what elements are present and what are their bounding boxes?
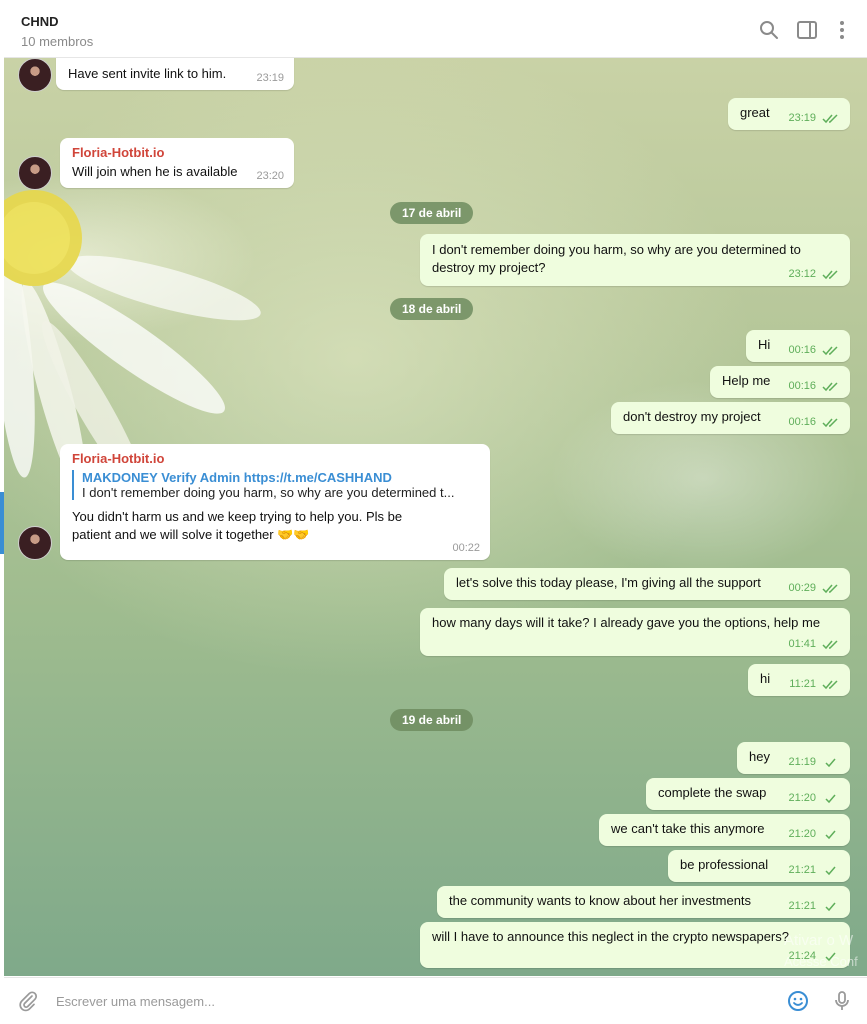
message-outgoing[interactable]: complete the swap 21:20: [646, 778, 850, 810]
message-list[interactable]: Have sent invite link to him. 23:19 grea…: [4, 58, 867, 976]
reply-title[interactable]: MAKDONEY Verify Admin https://t.me/CASHH…: [82, 470, 478, 485]
message-text: hi: [760, 671, 771, 686]
message-time: 21:20: [788, 828, 816, 840]
message-outgoing[interactable]: hi 11:21: [748, 664, 850, 696]
chat-member-count: 10 membros: [21, 34, 94, 49]
message-outgoing[interactable]: don't destroy my project 00:16: [611, 402, 850, 434]
message-time: 00:16: [788, 416, 816, 428]
message-time: 21:19: [788, 756, 816, 768]
message-outgoing[interactable]: great 23:19: [728, 98, 850, 130]
message-text: You didn't harm us and we keep trying to…: [72, 509, 403, 542]
message-composer: [4, 977, 867, 1024]
single-check-icon: [825, 758, 836, 768]
sender-name[interactable]: Floria-Hotbit.io: [72, 451, 478, 466]
double-check-icon: [822, 640, 838, 650]
message-time: 11:21: [789, 678, 816, 690]
message-time: 21:21: [788, 900, 816, 912]
date-separator: 18 de abril: [390, 298, 474, 320]
message-time: 21:20: [788, 792, 816, 804]
message-text: Have sent invite link to him.: [68, 66, 227, 81]
message-text: great: [740, 105, 770, 120]
emoji-icon[interactable]: [786, 989, 810, 1013]
message-text: the community wants to know about her in…: [449, 893, 752, 908]
message-outgoing[interactable]: hey 21:19: [737, 742, 850, 774]
activation-watermark-line1: Ativar o W: [784, 932, 854, 949]
message-time: 23:19: [788, 112, 816, 124]
microphone-icon[interactable]: [830, 989, 854, 1013]
avatar[interactable]: [18, 58, 52, 92]
message-outgoing[interactable]: let's solve this today please, I'm givin…: [444, 568, 850, 600]
message-text: how many days will it take? I already ga…: [432, 615, 821, 630]
message-text: will I have to announce this neglect in …: [432, 929, 789, 944]
message-time: 00:16: [788, 380, 816, 392]
message-time: 23:12: [788, 268, 816, 280]
message-incoming[interactable]: Have sent invite link to him. 23:19: [56, 58, 294, 90]
reply-text: I don't remember doing you harm, so why …: [82, 485, 455, 500]
double-check-icon: [822, 584, 838, 594]
message-text: hey: [749, 749, 770, 764]
message-text: Hi: [758, 337, 771, 352]
search-icon[interactable]: [757, 18, 781, 42]
message-incoming[interactable]: Floria-Hotbit.io MAKDONEY Verify Admin h…: [60, 444, 490, 560]
message-time: 00:22: [452, 542, 480, 554]
message-outgoing[interactable]: the community wants to know about her in…: [437, 886, 850, 918]
message-outgoing[interactable]: how many days will it take? I already ga…: [420, 608, 850, 656]
single-check-icon: [825, 902, 836, 912]
sidebar-icon[interactable]: [795, 18, 819, 42]
message-text: Help me: [722, 373, 771, 388]
double-check-icon: [822, 114, 838, 124]
avatar[interactable]: [18, 526, 52, 560]
message-text: we can't take this anymore: [611, 821, 765, 836]
message-text: I don't remember doing you harm, so why …: [432, 242, 801, 275]
message-outgoing[interactable]: we can't take this anymore 21:20: [599, 814, 850, 846]
message-text: complete the swap: [658, 785, 767, 800]
message-incoming[interactable]: Floria-Hotbit.io Will join when he is av…: [60, 138, 294, 188]
more-icon[interactable]: [830, 18, 854, 42]
message-input[interactable]: [54, 990, 758, 1012]
chat-title[interactable]: CHND: [21, 14, 59, 29]
avatar[interactable]: [18, 156, 52, 190]
sender-name[interactable]: Floria-Hotbit.io: [72, 145, 282, 160]
message-outgoing[interactable]: be professional 21:21: [668, 850, 850, 882]
single-check-icon: [825, 866, 836, 876]
message-text: let's solve this today please, I'm givin…: [456, 575, 761, 590]
reply-preview[interactable]: MAKDONEY Verify Admin https://t.me/CASHH…: [72, 470, 478, 500]
message-time: 23:19: [256, 72, 284, 84]
message-outgoing[interactable]: I don't remember doing you harm, so why …: [420, 234, 850, 286]
date-separator: 19 de abril: [390, 709, 474, 731]
message-time: 00:29: [788, 582, 816, 594]
message-text: Will join when he is available: [72, 164, 238, 179]
message-outgoing[interactable]: Help me 00:16: [710, 366, 850, 398]
double-check-icon: [822, 382, 838, 392]
message-text: be professional: [680, 857, 769, 872]
message-outgoing[interactable]: Hi 00:16: [746, 330, 850, 362]
activation-watermark-line2: Acesse Conf: [784, 954, 858, 969]
single-check-icon: [825, 794, 836, 804]
double-check-icon: [822, 418, 838, 428]
double-check-icon: [822, 346, 838, 356]
attach-icon[interactable]: [16, 989, 40, 1013]
message-time: 23:20: [256, 170, 284, 182]
message-time: 01:41: [788, 638, 816, 650]
double-check-icon: [822, 270, 838, 280]
chat-header: CHND 10 membros: [4, 4, 867, 58]
date-separator: 17 de abril: [390, 202, 474, 224]
message-text: don't destroy my project: [623, 409, 761, 424]
double-check-icon: [822, 680, 838, 690]
message-time: 00:16: [788, 344, 816, 356]
message-time: 21:21: [788, 864, 816, 876]
single-check-icon: [825, 830, 836, 840]
